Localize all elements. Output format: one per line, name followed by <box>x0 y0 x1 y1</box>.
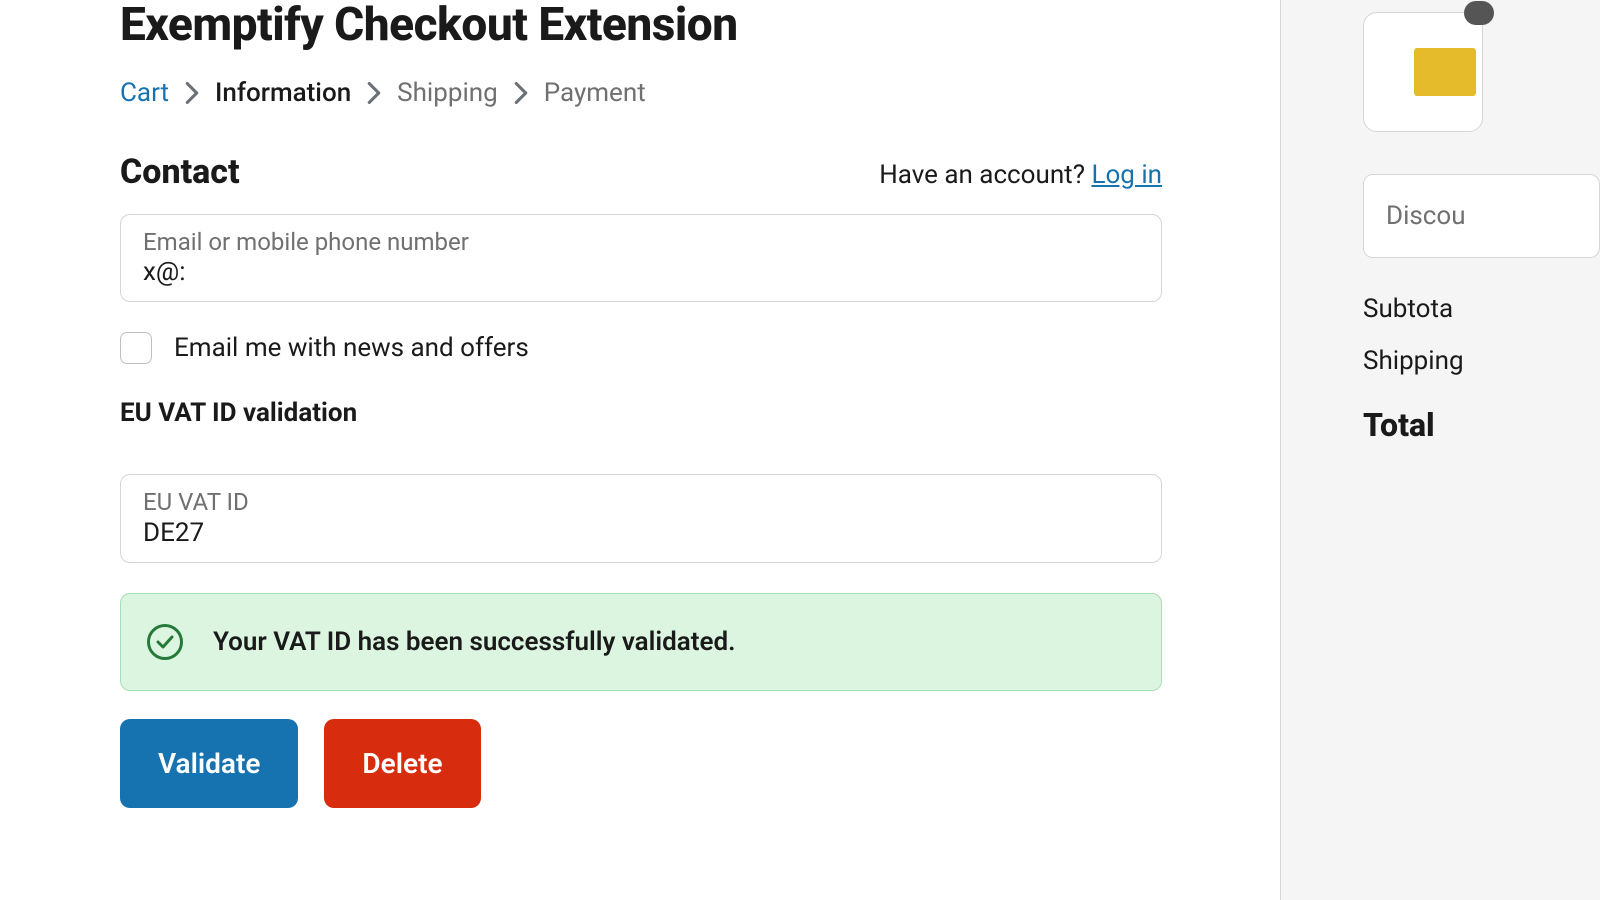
delete-button[interactable]: Delete <box>324 719 480 808</box>
newsletter-label: Email me with news and offers <box>174 333 529 363</box>
breadcrumb-cart[interactable]: Cart <box>120 78 169 108</box>
have-account-label: Have an account? <box>879 160 1091 190</box>
vat-field-label: EU VAT ID <box>143 489 1139 515</box>
success-banner: Your VAT ID has been successfully valida… <box>120 593 1162 691</box>
newsletter-checkbox[interactable] <box>120 332 152 364</box>
chevron-right-icon <box>514 82 528 104</box>
vat-heading: EU VAT ID validation <box>120 398 1162 428</box>
breadcrumb-shipping: Shipping <box>397 78 498 108</box>
product-thumbnail <box>1363 12 1483 132</box>
login-link[interactable]: Log in <box>1091 160 1162 190</box>
vat-input[interactable] <box>143 518 1139 548</box>
email-input[interactable] <box>143 257 1139 287</box>
contact-heading: Contact <box>120 152 240 192</box>
breadcrumb-information: Information <box>215 78 351 108</box>
breadcrumb: Cart Information Shipping Payment <box>120 78 1162 108</box>
total-label: Total <box>1363 406 1600 444</box>
success-message: Your VAT ID has been successfully valida… <box>213 627 736 657</box>
shipping-label: Shipping <box>1363 346 1600 376</box>
chevron-right-icon <box>367 82 381 104</box>
email-field-wrapper[interactable]: Email or mobile phone number <box>120 214 1162 302</box>
breadcrumb-payment: Payment <box>544 78 646 108</box>
email-field-label: Email or mobile phone number <box>143 229 1139 255</box>
chevron-right-icon <box>185 82 199 104</box>
subtotal-label: Subtota <box>1363 294 1600 324</box>
product-image <box>1414 48 1476 96</box>
page-title: Exemptify Checkout Extension <box>120 0 1162 52</box>
vat-field-wrapper[interactable]: EU VAT ID <box>120 474 1162 562</box>
discount-input[interactable]: Discou <box>1363 174 1600 258</box>
quantity-badge <box>1464 1 1494 25</box>
check-circle-icon <box>147 624 183 660</box>
have-account-text: Have an account? Log in <box>879 160 1162 190</box>
order-summary-sidebar: Discou Subtota Shipping Total <box>1280 0 1600 900</box>
validate-button[interactable]: Validate <box>120 719 298 808</box>
